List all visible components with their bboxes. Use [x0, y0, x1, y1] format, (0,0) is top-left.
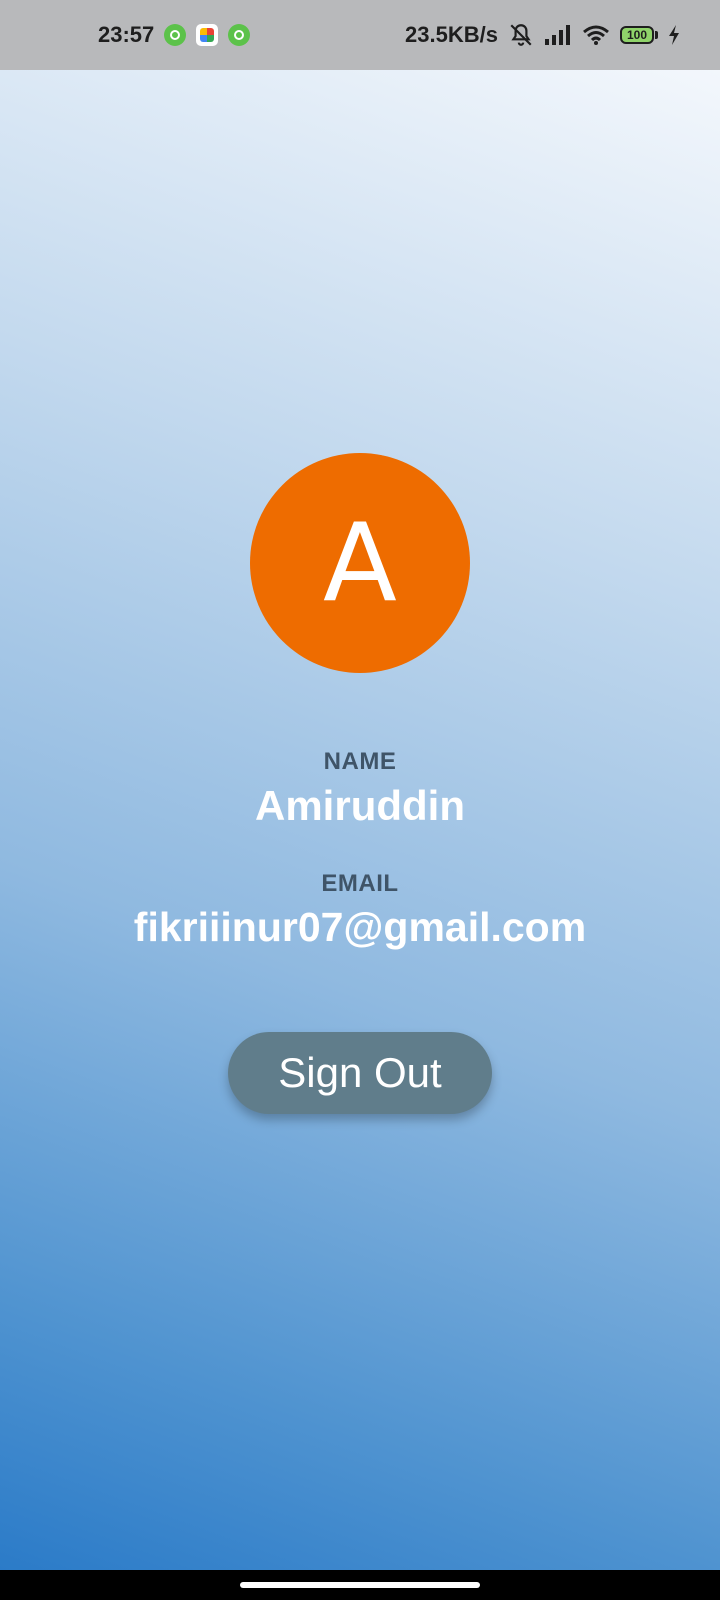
android-robot-icon [164, 24, 187, 46]
wifi-icon [582, 24, 610, 46]
android-robot-icon [228, 24, 251, 46]
name-value: Amiruddin [255, 782, 465, 829]
sign-out-button[interactable]: Sign Out [228, 1032, 492, 1114]
network-speed: 23.5KB/s [405, 22, 498, 47]
mute-bell-icon [508, 22, 534, 48]
profile-screen: A NAME Amiruddin EMAIL fikriiinur07@gmai… [0, 70, 720, 1570]
status-bar-left: 23:57 [98, 22, 251, 48]
status-bar: 23:57 23.5KB/s 100 [0, 0, 720, 70]
battery-icon: 100 [620, 26, 658, 44]
charging-icon [668, 25, 680, 45]
play-store-icon [196, 24, 219, 46]
navigation-bar [0, 1570, 720, 1600]
status-bar-right: 23.5KB/s 100 [405, 22, 680, 48]
avatar: A [250, 453, 470, 673]
email-label: EMAIL [321, 870, 399, 897]
name-label: NAME [323, 748, 397, 775]
signal-icon [544, 24, 572, 46]
avatar-letter: A [323, 500, 397, 626]
battery-level: 100 [620, 26, 654, 44]
email-value: fikriiinur07@gmail.com [133, 904, 587, 950]
home-gesture-handle[interactable] [240, 1582, 480, 1588]
status-time: 23:57 [98, 22, 155, 47]
